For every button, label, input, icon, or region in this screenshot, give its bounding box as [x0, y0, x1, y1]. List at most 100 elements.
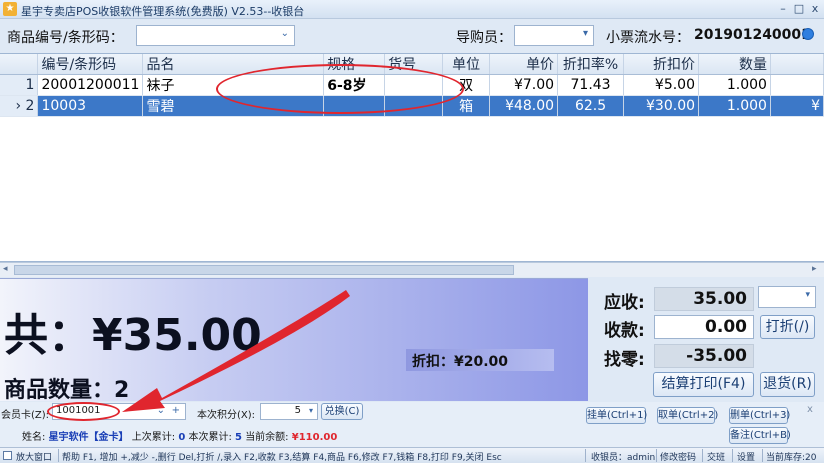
serial-number: 201901240001	[694, 27, 811, 43]
total-display-panel: 共：¥35.00 折扣：¥20.00 商品数量：2	[0, 278, 588, 403]
cell-code[interactable]: 10003	[37, 95, 144, 117]
status-bar: 放大窗口 帮助 F1, 增加 +,减少 -,删行 Del,打折 /,录入 F2,…	[0, 447, 824, 463]
maximize-button[interactable]: □	[792, 1, 806, 16]
amount-paid-input[interactable]: 0.00	[654, 315, 754, 339]
cell-price[interactable]: ¥7.00	[489, 74, 559, 96]
table-row[interactable]: 1 20001200011 袜子 6-8岁 双 ¥7.00 71.43 ¥5.0…	[0, 74, 824, 96]
window-title: 星宇专卖店POS收银软件管理系统(免费版) V2.53--收银台	[21, 5, 305, 18]
column-header-blank	[770, 54, 824, 75]
stock-info: 当前库存:20	[766, 453, 817, 463]
scrollbar-thumb[interactable]	[14, 265, 514, 275]
cell-spec[interactable]	[323, 95, 386, 117]
this-total-value: 5	[235, 432, 242, 443]
shift-button[interactable]: 交班	[707, 450, 725, 463]
column-header[interactable]: 数量	[698, 54, 771, 75]
points-value: 5	[294, 405, 301, 416]
chevron-down-icon[interactable]: ⌄	[157, 405, 165, 416]
checkout-print-button[interactable]: 结算打印(F4)	[653, 372, 754, 397]
add-icon[interactable]: +	[172, 405, 180, 416]
column-header[interactable]: 货号	[384, 54, 444, 75]
app-icon: ★	[3, 2, 17, 16]
chevron-down-icon[interactable]: ⌄	[281, 28, 289, 39]
cell-spec[interactable]: 6-8岁	[323, 74, 386, 96]
return-button[interactable]: 退货(R)	[760, 372, 815, 397]
cell-name[interactable]: 雪碧	[142, 95, 325, 117]
member-card-label: 会员卡(Z):	[1, 410, 50, 421]
cell-discount-price[interactable]: ¥5.00	[623, 74, 700, 96]
amount-paid-label: 收款:	[604, 321, 645, 341]
member-name-label: 姓名:	[22, 432, 46, 443]
shortcut-help-text: 帮助 F1, 增加 +,减少 -,删行 Del,打折 /,录入 F2,收款 F3…	[62, 453, 502, 463]
cell-sku[interactable]	[384, 74, 444, 96]
column-header[interactable]: 单价	[489, 54, 559, 75]
row-header-corner	[0, 54, 39, 75]
last-total-label: 上次累计:	[131, 432, 176, 443]
cell-rate[interactable]: 62.5	[557, 95, 625, 117]
cell-qty[interactable]: 1.000	[698, 95, 771, 117]
cell-code[interactable]: 20001200011	[37, 74, 144, 96]
payment-method-select[interactable]: ▾	[758, 286, 816, 308]
item-count: 商品数量：2	[4, 378, 130, 403]
points-input[interactable]: 5 ▾	[260, 403, 318, 420]
zoom-window-button[interactable]: 放大窗口	[16, 450, 52, 463]
table-row-selected[interactable]: › 2 10003 雪碧 箱 ¥48.00 62.5 ¥30.00 1.000 …	[0, 95, 824, 117]
cell-name[interactable]: 袜子	[142, 74, 325, 96]
row-index: › 2	[0, 95, 39, 117]
guide-select[interactable]: ▾	[514, 25, 594, 46]
column-header[interactable]: 品名	[142, 54, 325, 75]
item-table: 编号/条形码 品名 规格 货号 单位 单价 折扣率% 折扣价 数量 1 2000…	[0, 54, 824, 117]
title-bar: ★ 星宇专卖店POS收银软件管理系统(免费版) V2.53--收银台 – □ x	[0, 0, 824, 19]
exchange-button[interactable]: 兑换(C)	[321, 403, 363, 420]
cell-sku[interactable]	[384, 95, 444, 117]
search-bar: 商品编号/条形码： ⌄ 导购员： ▾ 小票流水号： 201901240001	[0, 20, 824, 52]
cell-price[interactable]: ¥48.00	[489, 95, 559, 117]
column-header[interactable]: 编号/条形码	[37, 54, 144, 75]
last-total-value: 0	[178, 432, 186, 443]
product-code-input[interactable]: ⌄	[136, 25, 295, 46]
points-label: 本次积分(X):	[197, 410, 256, 421]
column-header[interactable]: 折扣价	[623, 54, 700, 75]
cell-rate[interactable]: 71.43	[557, 74, 625, 96]
close-member-icon[interactable]: x	[807, 404, 813, 415]
cell-discount-price[interactable]: ¥30.00	[623, 95, 700, 117]
balance-value: ¥110.00	[291, 432, 338, 443]
column-header[interactable]: 规格	[323, 54, 386, 75]
table-header-row: 编号/条形码 品名 规格 货号 单位 单价 折扣率% 折扣价 数量	[0, 54, 824, 75]
pos-cashier-window: ★ 星宇专卖店POS收银软件管理系统(免费版) V2.53--收银台 – □ x…	[0, 0, 824, 463]
chevron-down-icon[interactable]: ▾	[805, 290, 810, 300]
this-total-label: 本次累计:	[188, 432, 232, 443]
cell-qty[interactable]: 1.000	[698, 74, 771, 96]
close-button[interactable]: x	[808, 1, 822, 16]
hold-order-button[interactable]: 挂单(Ctrl+1)	[586, 407, 647, 424]
divider	[702, 449, 703, 462]
chevron-down-icon[interactable]: ▾	[583, 28, 588, 39]
change-password-button[interactable]: 修改密码	[660, 450, 696, 463]
minimize-button[interactable]: –	[776, 1, 790, 16]
product-code-label: 商品编号/条形码：	[7, 30, 124, 46]
note-button[interactable]: 备注(Ctrl+B)	[729, 427, 791, 444]
amount-due-value: 35.00	[654, 287, 754, 311]
guide-label: 导购员：	[456, 30, 512, 46]
horizontal-scrollbar[interactable]: ◂ ▸	[0, 262, 824, 277]
cell-unit[interactable]: 双	[442, 74, 491, 96]
discount-button[interactable]: 打折(/)	[760, 315, 815, 339]
divider	[732, 449, 733, 462]
total-amount: 共：¥35.00	[4, 310, 262, 361]
payment-panel: 应收: 35.00 ▾ 收款: 0.00 打折(/) 找零: -35.00 结算…	[589, 278, 824, 401]
cell-unit[interactable]: 箱	[442, 95, 491, 117]
member-name-value: 星宇软件【金卡】	[48, 432, 129, 443]
scroll-left-icon[interactable]: ◂	[3, 264, 8, 274]
member-info-line: 姓名: 星宇软件【金卡】 上次累计: 0 本次累计: 5 当前余额: ¥110.…	[22, 428, 337, 443]
fetch-order-button[interactable]: 取单(Ctrl+2)	[657, 407, 718, 424]
delete-order-button[interactable]: 删单(Ctrl+3)	[729, 407, 790, 424]
change-label: 找零:	[604, 350, 645, 370]
settings-button[interactable]: 设置	[737, 450, 755, 463]
annotation-red-circle	[47, 402, 120, 421]
column-header[interactable]: 折扣率%	[557, 54, 625, 75]
discount-amount: 折扣：¥20.00	[406, 349, 554, 371]
scroll-right-icon[interactable]: ▸	[812, 264, 817, 274]
column-header[interactable]: 单位	[442, 54, 491, 75]
divider	[58, 449, 59, 462]
chevron-down-icon[interactable]: ▾	[309, 406, 313, 415]
zoom-window-icon[interactable]	[3, 451, 12, 460]
